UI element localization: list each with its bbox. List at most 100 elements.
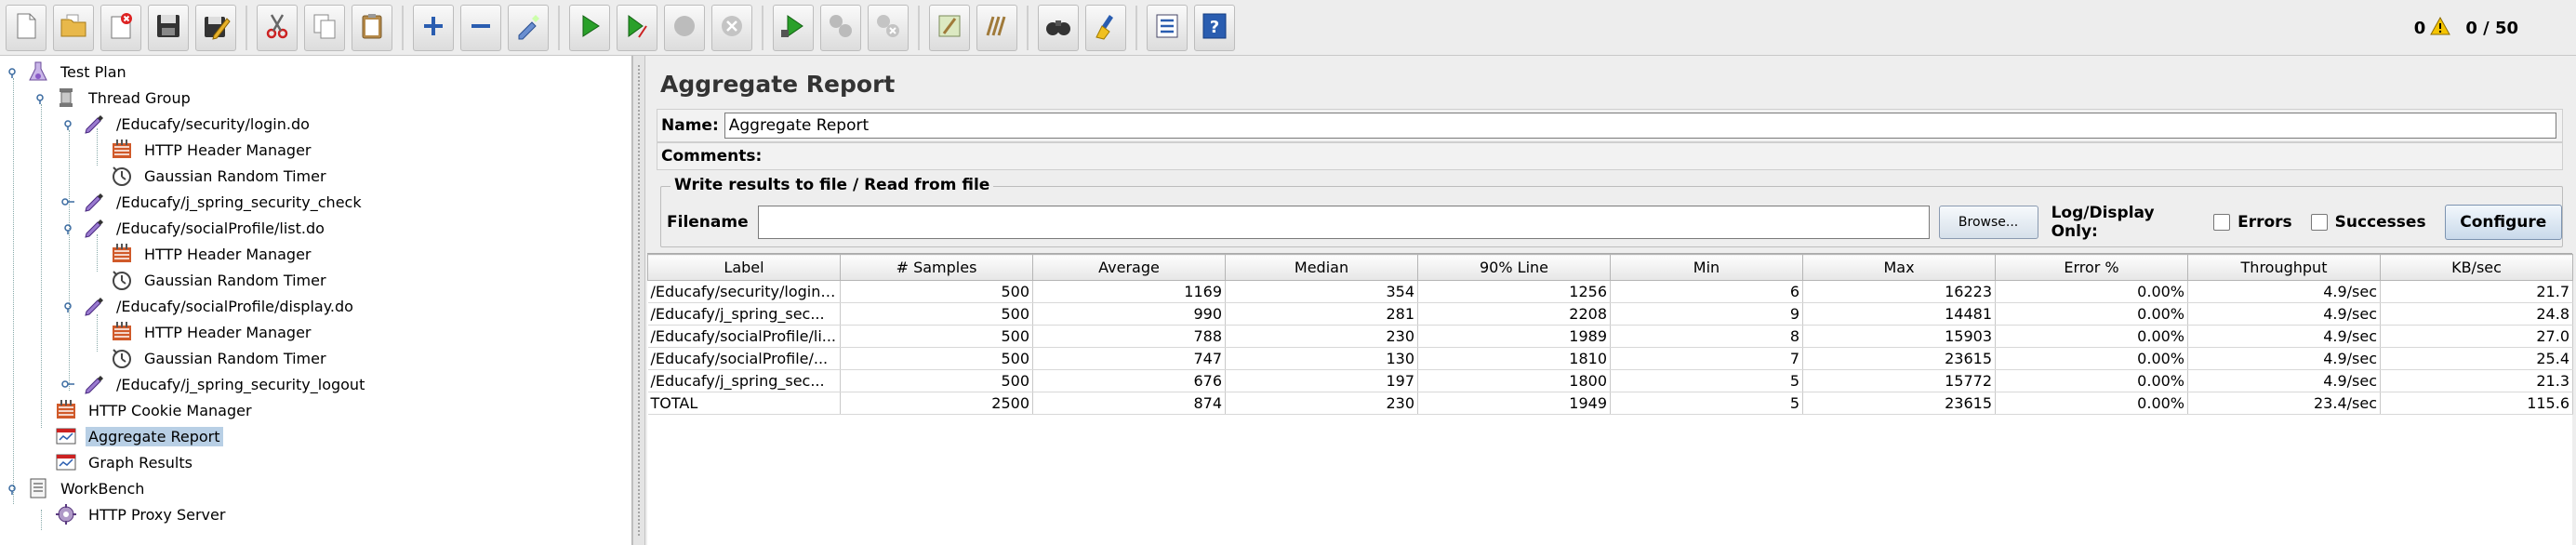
- tree-node-gaussian-timer[interactable]: Gaussian Random Timer: [110, 164, 329, 188]
- successes-checkbox[interactable]: Successes: [2310, 213, 2426, 232]
- timer-icon: [110, 164, 134, 188]
- close-button[interactable]: [100, 4, 141, 51]
- table-row[interactable]: /Educafy/socialProfile/li... 500 788 230…: [647, 325, 2573, 348]
- table-cell: 0.00%: [1995, 280, 2188, 303]
- table-row-total[interactable]: TOTAL 2500 874 230 1949 5 23615 0.00% 23…: [647, 392, 2573, 415]
- results-table-container[interactable]: Label # Samples Average Median 90% Line …: [647, 253, 2573, 545]
- tree-node-thread-group[interactable]: Thread Group: [33, 86, 193, 110]
- save-as-button[interactable]: [195, 4, 236, 51]
- tree-node-workbench[interactable]: WorkBench: [6, 476, 147, 500]
- expand-handle-icon[interactable]: [6, 65, 19, 78]
- expand-handle-icon[interactable]: [61, 299, 74, 312]
- tree-node-graph-results[interactable]: Graph Results: [54, 450, 195, 474]
- collapsed-handle-icon[interactable]: [61, 378, 74, 391]
- table-cell: 23615: [1802, 347, 1996, 370]
- tree-node-label: Gaussian Random Timer: [144, 166, 326, 185]
- errors-checkbox[interactable]: Errors: [2213, 213, 2292, 232]
- header-manager-icon: [110, 138, 134, 162]
- new-button[interactable]: [6, 4, 46, 51]
- name-field[interactable]: [724, 113, 2556, 139]
- svg-text:?: ?: [1210, 18, 1219, 37]
- tree-node-sampler-login[interactable]: /Educafy/security/login.do: [61, 112, 312, 136]
- column-header-median[interactable]: Median: [1225, 254, 1418, 281]
- checkbox-box[interactable]: [2310, 214, 2328, 231]
- cut-button[interactable]: [257, 4, 298, 51]
- table-row[interactable]: /Educafy/socialProfile/... 500 747 130 1…: [647, 347, 2573, 370]
- tree-node-header-manager[interactable]: HTTP Header Manager: [110, 320, 314, 344]
- tree-node-sampler-logout[interactable]: /Educafy/j_spring_security_logout: [61, 372, 367, 396]
- function-helper-button[interactable]: [1147, 4, 1188, 51]
- tree-node-gaussian-timer[interactable]: Gaussian Random Timer: [110, 346, 329, 370]
- report-icon: [54, 424, 78, 448]
- collapse-button[interactable]: [460, 4, 501, 51]
- test-plan-tree[interactable]: Test Plan Thread Group /Educafy/security…: [0, 56, 632, 545]
- open-button[interactable]: [53, 4, 94, 51]
- comments-row[interactable]: Comments:: [657, 142, 2563, 170]
- column-header-min[interactable]: Min: [1610, 254, 1803, 281]
- reset-search-button[interactable]: [1085, 4, 1126, 51]
- tree-node-gaussian-timer[interactable]: Gaussian Random Timer: [110, 268, 329, 292]
- remote-start-button[interactable]: [773, 4, 814, 51]
- search-button[interactable]: [1038, 4, 1079, 51]
- table-row[interactable]: /Educafy/j_spring_sec... 500 676 197 180…: [647, 369, 2573, 392]
- tree-node-sampler-security-check[interactable]: /Educafy/j_spring_security_check: [61, 190, 365, 214]
- table-row[interactable]: /Educafy/security/login.... 500 1169 354…: [647, 280, 2573, 303]
- file-settings-group: Write results to file / Read from file F…: [660, 176, 2563, 247]
- table-cell: TOTAL: [647, 392, 841, 415]
- filename-field[interactable]: [757, 206, 1930, 239]
- copy-button[interactable]: [304, 4, 345, 51]
- panel-splitter[interactable]: [632, 56, 645, 545]
- clear-button[interactable]: [929, 4, 970, 51]
- column-header-error[interactable]: Error %: [1995, 254, 2188, 281]
- tree-node-sampler-profile-display[interactable]: /Educafy/socialProfile/display.do: [61, 294, 356, 318]
- toolbar-separator: [246, 5, 247, 50]
- column-header-max[interactable]: Max: [1802, 254, 1996, 281]
- tree-node-cookie-manager[interactable]: HTTP Cookie Manager: [54, 398, 255, 422]
- clear-all-button[interactable]: [976, 4, 1017, 51]
- tree-node-header-manager[interactable]: HTTP Header Manager: [110, 138, 314, 162]
- table-row[interactable]: /Educafy/j_spring_sec... 500 990 281 220…: [647, 302, 2573, 326]
- checkbox-box[interactable]: [2213, 214, 2231, 231]
- column-header-samples[interactable]: # Samples: [840, 254, 1033, 281]
- table-cell: 1949: [1417, 392, 1611, 415]
- table-cell: 1169: [1032, 280, 1226, 303]
- shutdown-button[interactable]: [711, 4, 752, 51]
- tree-node-proxy-server[interactable]: HTTP Proxy Server: [54, 502, 228, 526]
- save-button[interactable]: [148, 4, 189, 51]
- table-cell: 130: [1225, 347, 1418, 370]
- expand-handle-icon[interactable]: [6, 482, 19, 495]
- close-icon: [106, 11, 136, 45]
- search-icon: [1043, 11, 1073, 45]
- column-header-average[interactable]: Average: [1032, 254, 1226, 281]
- expand-handle-icon[interactable]: [33, 91, 46, 104]
- remote-shutdown-button[interactable]: [868, 4, 909, 51]
- tree-node-label: Test Plan: [60, 62, 126, 81]
- remote-stop-button[interactable]: [820, 4, 861, 51]
- start-button[interactable]: [569, 4, 610, 51]
- configure-button[interactable]: Configure: [2444, 205, 2563, 240]
- expand-button[interactable]: [413, 4, 454, 51]
- paste-button[interactable]: [352, 4, 392, 51]
- tree-node-header-manager[interactable]: HTTP Header Manager: [110, 242, 314, 266]
- expand-handle-icon[interactable]: [61, 221, 74, 234]
- browse-button[interactable]: Browse...: [1938, 206, 2038, 239]
- start-no-pause-button[interactable]: [617, 4, 657, 51]
- tree-node-test-plan[interactable]: Test Plan: [6, 60, 129, 84]
- toolbar-separator: [1135, 5, 1137, 50]
- table-cell: 115.6: [2380, 392, 2573, 415]
- stop-button[interactable]: [664, 4, 705, 51]
- expand-handle-icon[interactable]: [61, 117, 74, 130]
- column-header-label[interactable]: Label: [647, 254, 841, 281]
- help-button[interactable]: ?: [1194, 4, 1235, 51]
- column-header-90-line[interactable]: 90% Line: [1417, 254, 1611, 281]
- collapsed-handle-icon[interactable]: [61, 195, 74, 208]
- tree-node-label: /Educafy/socialProfile/display.do: [116, 297, 353, 315]
- table-cell: 2208: [1417, 302, 1611, 326]
- warnings-indicator[interactable]: 0: [2414, 16, 2451, 40]
- toggle-button[interactable]: [508, 4, 549, 51]
- tree-node-aggregate-report[interactable]: Aggregate Report: [54, 424, 223, 448]
- column-header-throughput[interactable]: Throughput: [2187, 254, 2381, 281]
- graph-icon: [54, 450, 78, 474]
- tree-node-sampler-profile-list[interactable]: /Educafy/socialProfile/list.do: [61, 216, 327, 240]
- column-header-kb-sec[interactable]: KB/sec: [2380, 254, 2573, 281]
